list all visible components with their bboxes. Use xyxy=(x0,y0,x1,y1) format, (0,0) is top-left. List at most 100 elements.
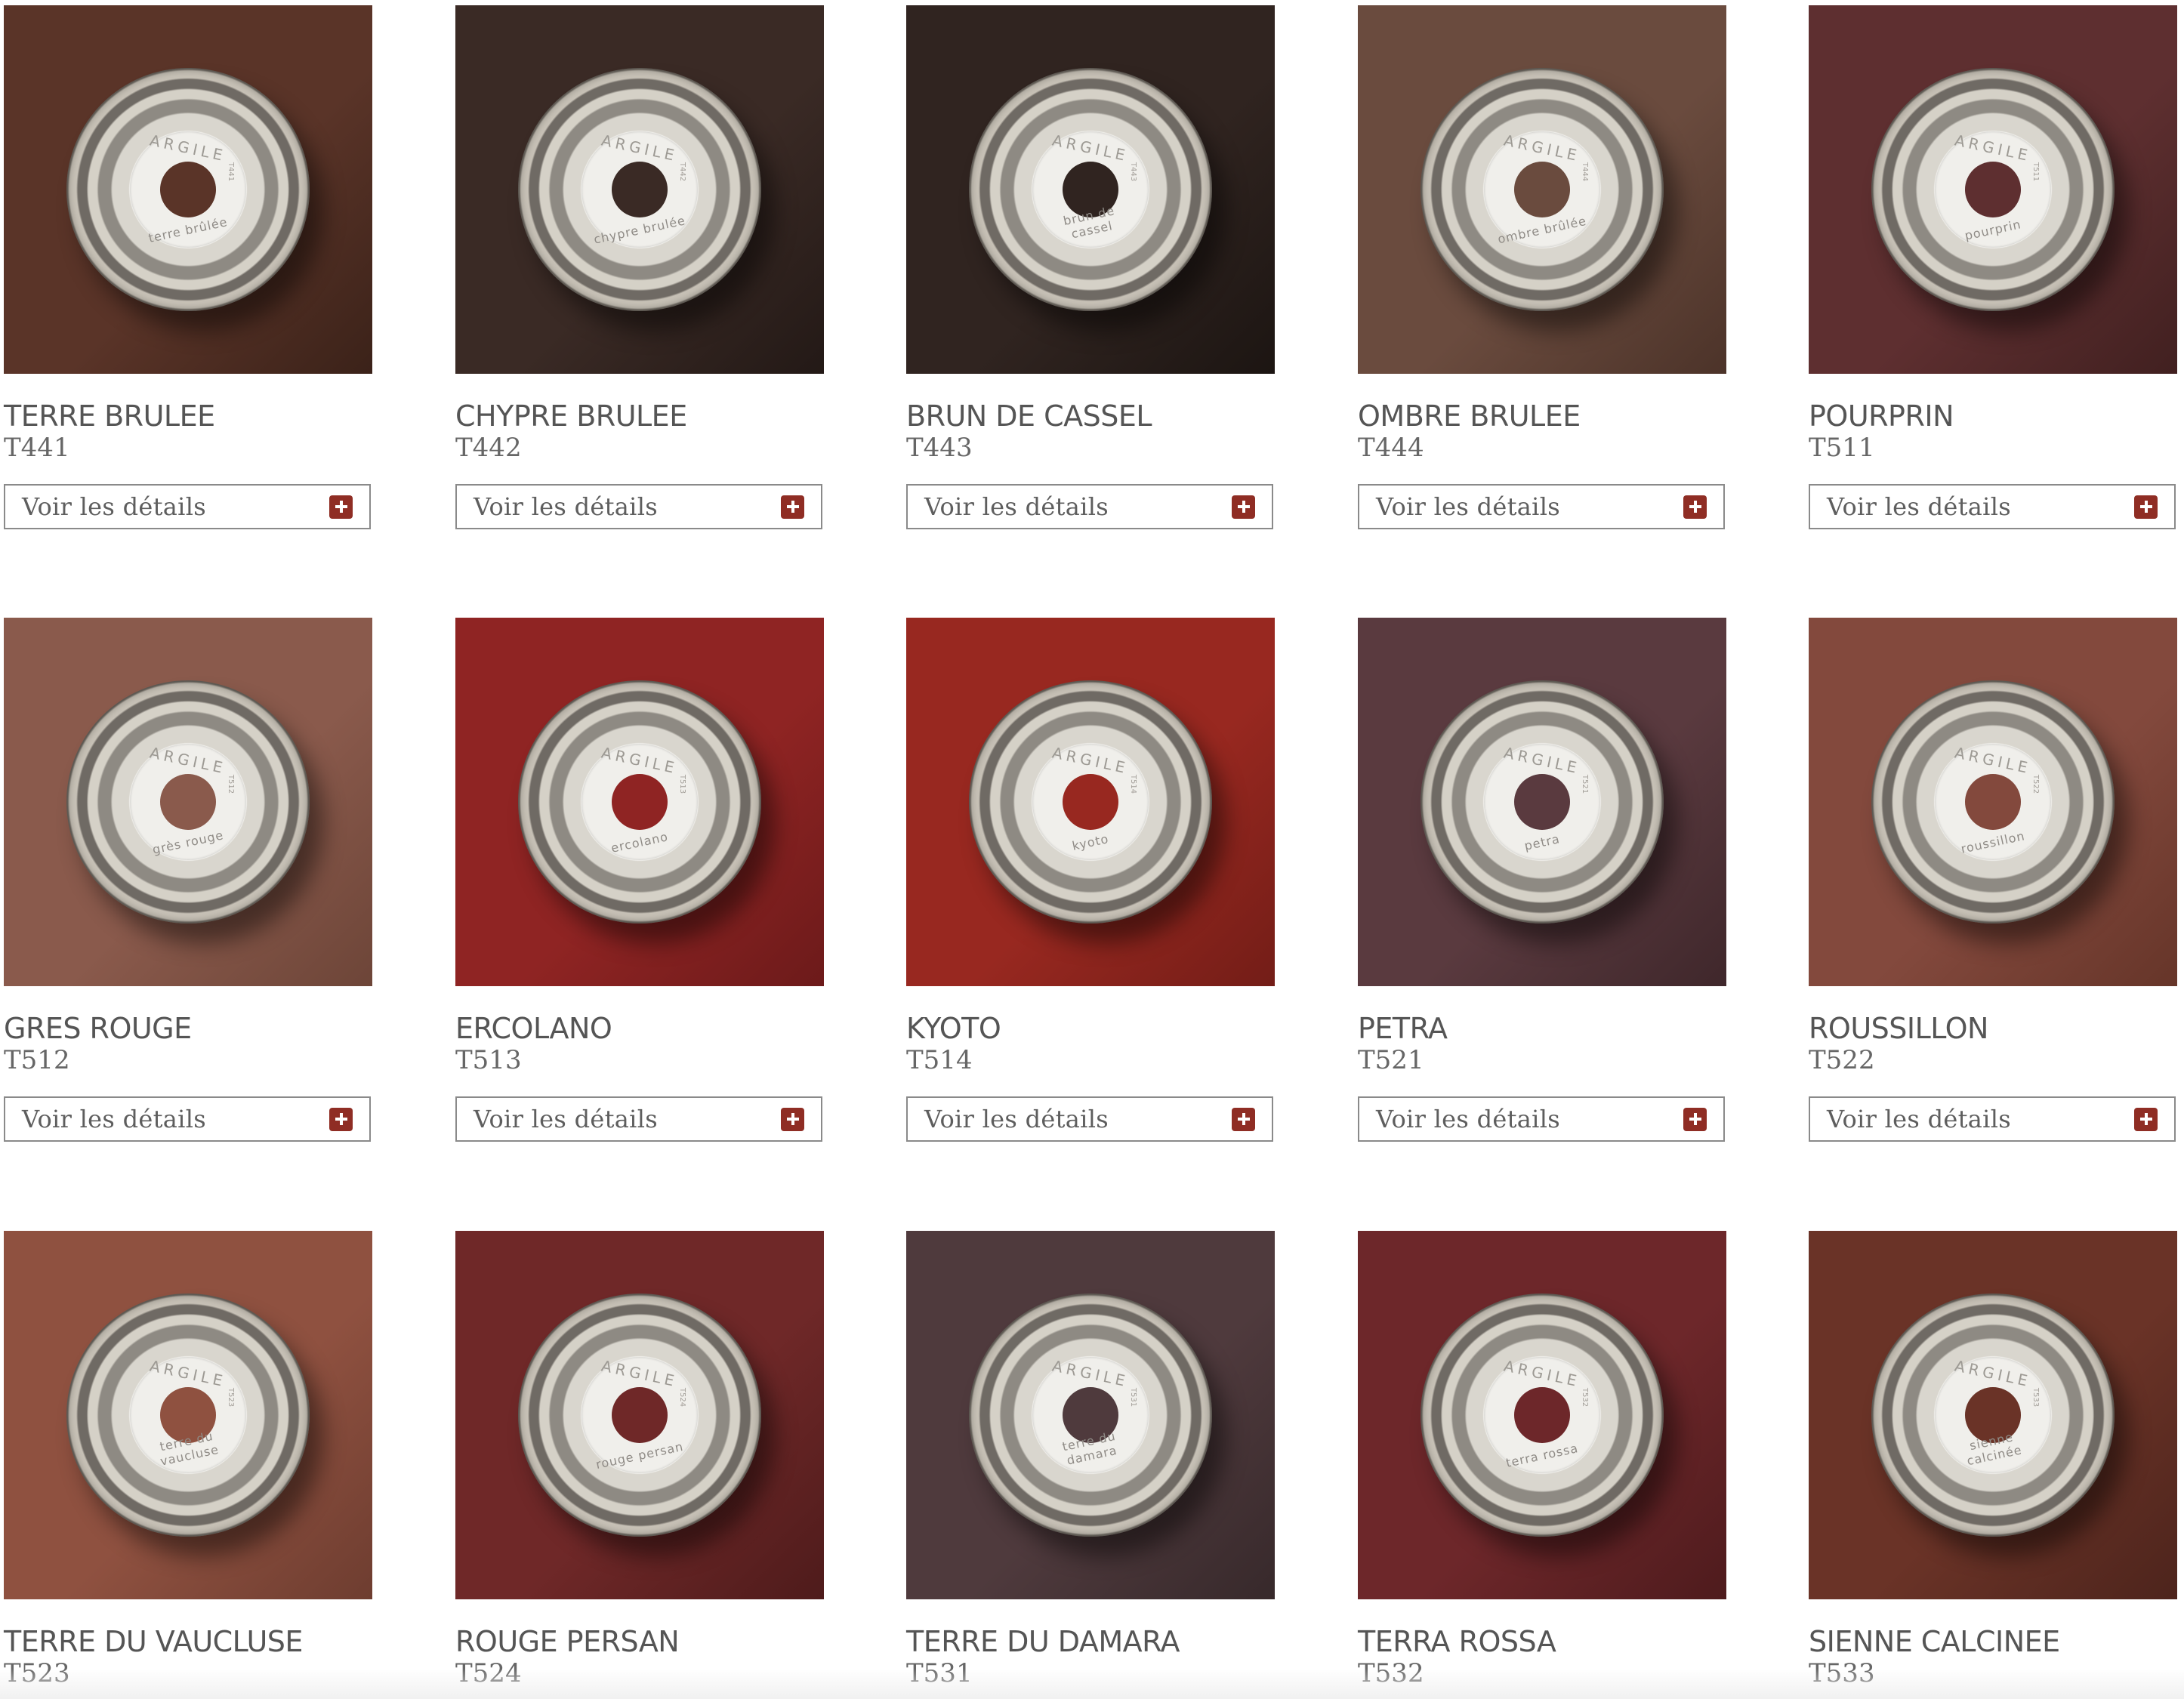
product-photo[interactable]: ARGILE terre brûlée T441 xyxy=(4,5,372,374)
product-card-brun-de-cassel[interactable]: ARGILE brun de cassel T443 BRUN DE CASSE… xyxy=(906,5,1276,530)
paint-sample xyxy=(1514,162,1570,217)
paint-sample xyxy=(1965,162,2021,217)
product-card-chypre-brulee[interactable]: ARGILE chypre brulée T442 CHYPRE BRULEE … xyxy=(455,5,825,530)
brand-label: ARGILE xyxy=(600,743,680,778)
product-photo[interactable]: ARGILE rouge persan T524 xyxy=(455,1231,824,1599)
product-photo[interactable]: ARGILE ombre brûlée T444 xyxy=(1358,5,1726,374)
product-photo[interactable]: ARGILE brun de cassel T443 xyxy=(906,5,1275,374)
product-photo[interactable]: ARGILE grès rouge T512 xyxy=(4,618,372,986)
paint-sample xyxy=(612,774,668,830)
brand-label: ARGILE xyxy=(1502,1356,1582,1391)
product-card-gres-rouge[interactable]: ARGILE grès rouge T512 GRES ROUGE T512 V… xyxy=(4,618,374,1142)
product-card-terre-du-damara[interactable]: ARGILE terre du damara T531 TERRE DU DAM… xyxy=(906,1231,1276,1688)
plus-icon xyxy=(781,1107,804,1131)
paint-sample xyxy=(1965,774,2021,830)
can-label-code: T513 xyxy=(677,774,686,794)
view-details-button[interactable]: Voir les détails xyxy=(1809,484,2176,530)
brand-label: ARGILE xyxy=(148,1356,228,1391)
paint-can-icon: ARGILE ercolano T513 xyxy=(518,680,761,924)
product-photo[interactable]: ARGILE terra rossa T532 xyxy=(1358,1231,1726,1599)
can-label-code: T523 xyxy=(226,1387,235,1408)
paint-sample xyxy=(1514,774,1570,830)
can-label: ARGILE sienne calcinée T533 xyxy=(1935,1357,2051,1473)
product-card-rouge-persan[interactable]: ARGILE rouge persan T524 ROUGE PERSAN T5… xyxy=(455,1231,825,1688)
can-label-name: rouge persan xyxy=(594,1438,685,1472)
paint-can-icon: ARGILE terre brûlée T441 xyxy=(66,68,310,311)
paint-sample xyxy=(612,162,668,217)
paint-sample xyxy=(160,774,216,830)
paint-can-icon: ARGILE pourprin T511 xyxy=(1871,68,2115,311)
paint-sample xyxy=(160,162,216,217)
view-details-button[interactable]: Voir les détails xyxy=(906,1096,1273,1142)
view-details-button[interactable]: Voir les détails xyxy=(455,484,822,530)
product-code: T512 xyxy=(4,1045,70,1076)
product-photo[interactable]: ARGILE terre du vaucluse T523 xyxy=(4,1231,372,1599)
product-card-ombre-brulee[interactable]: ARGILE ombre brûlée T444 OMBRE BRULEE T4… xyxy=(1358,5,1728,530)
product-card-ercolano[interactable]: ARGILE ercolano T513 ERCOLANO T513 Voir … xyxy=(455,618,825,1142)
paint-can-icon: ARGILE terra rossa T532 xyxy=(1421,1294,1664,1537)
can-label-code: T443 xyxy=(1128,162,1137,182)
plus-icon xyxy=(2134,495,2158,519)
can-label-name: kyoto xyxy=(1071,831,1110,853)
paint-can-icon: ARGILE terre du damara T531 xyxy=(969,1294,1212,1537)
can-label: ARGILE ercolano T513 xyxy=(581,744,698,860)
product-code: T443 xyxy=(906,433,973,464)
paint-can-icon: ARGILE sienne calcinée T533 xyxy=(1871,1294,2115,1537)
product-code: T514 xyxy=(906,1045,973,1076)
brand-label: ARGILE xyxy=(1502,131,1582,165)
product-card-pourprin[interactable]: ARGILE pourprin T511 POURPRIN T511 Voir … xyxy=(1809,5,2179,530)
paint-can-icon: ARGILE kyoto T514 xyxy=(969,680,1212,924)
can-label-name: terra rossa xyxy=(1504,1441,1580,1470)
product-photo[interactable]: ARGILE chypre brulée T442 xyxy=(455,5,824,374)
product-card-terre-brulee[interactable]: ARGILE terre brûlée T441 TERRE BRULEE T4… xyxy=(4,5,374,530)
can-label-name: ombre brûlée xyxy=(1496,213,1588,247)
product-card-terre-du-vaucluse[interactable]: ARGILE terre du vaucluse T523 TERRE DU V… xyxy=(4,1231,374,1688)
product-card-petra[interactable]: ARGILE petra T521 PETRA T521 Voir les dé… xyxy=(1358,618,1728,1142)
plus-icon xyxy=(329,1107,353,1131)
product-code: T522 xyxy=(1809,1045,1875,1076)
product-photo[interactable]: ARGILE roussillon T522 xyxy=(1809,618,2177,986)
product-code: T442 xyxy=(455,433,522,464)
product-code: T511 xyxy=(1809,433,1875,464)
can-label: ARGILE grès rouge T512 xyxy=(130,744,246,860)
can-label-name: roussillon xyxy=(1959,828,2027,856)
view-details-label: Voir les détails xyxy=(1376,1105,1560,1134)
product-photo[interactable]: ARGILE kyoto T514 xyxy=(906,618,1275,986)
product-photo[interactable]: ARGILE pourprin T511 xyxy=(1809,5,2177,374)
can-label-code: T533 xyxy=(2031,1387,2040,1408)
view-details-button[interactable]: Voir les détails xyxy=(1809,1096,2176,1142)
view-details-button[interactable]: Voir les détails xyxy=(906,484,1273,530)
paint-can-icon: ARGILE rouge persan T524 xyxy=(518,1294,761,1537)
product-name: TERRE DU DAMARA xyxy=(906,1625,1180,1658)
product-card-roussillon[interactable]: ARGILE roussillon T522 ROUSSILLON T522 V… xyxy=(1809,618,2179,1142)
view-details-button[interactable]: Voir les détails xyxy=(455,1096,822,1142)
brand-label: ARGILE xyxy=(148,743,228,778)
paint-can-icon: ARGILE petra T521 xyxy=(1421,680,1664,924)
view-details-button[interactable]: Voir les détails xyxy=(4,484,371,530)
view-details-button[interactable]: Voir les détails xyxy=(4,1096,371,1142)
product-name: OMBRE BRULEE xyxy=(1358,399,1581,433)
product-photo[interactable]: ARGILE ercolano T513 xyxy=(455,618,824,986)
product-card-kyoto[interactable]: ARGILE kyoto T514 KYOTO T514 Voir les dé… xyxy=(906,618,1276,1142)
product-card-sienne-calcinee[interactable]: ARGILE sienne calcinée T533 SIENNE CALCI… xyxy=(1809,1231,2179,1688)
product-photo[interactable]: ARGILE sienne calcinée T533 xyxy=(1809,1231,2177,1599)
view-details-button[interactable]: Voir les détails xyxy=(1358,484,1725,530)
plus-icon xyxy=(1683,1107,1707,1131)
paint-sample xyxy=(1514,1387,1570,1443)
can-label-name: terre brûlée xyxy=(147,214,230,245)
product-name: ROUSSILLON xyxy=(1809,1012,1988,1045)
can-label-code: T522 xyxy=(2031,774,2040,794)
view-details-label: Voir les détails xyxy=(474,1105,658,1134)
product-name: TERRE DU VAUCLUSE xyxy=(4,1625,303,1658)
can-label-code: T444 xyxy=(1580,162,1589,182)
can-label-code: T514 xyxy=(1128,774,1137,794)
plus-icon xyxy=(1232,1107,1255,1131)
product-photo[interactable]: ARGILE terre du damara T531 xyxy=(906,1231,1275,1599)
product-card-terra-rossa[interactable]: ARGILE terra rossa T532 TERRA ROSSA T532 xyxy=(1358,1231,1728,1688)
view-details-label: Voir les détails xyxy=(1827,492,2011,522)
product-photo[interactable]: ARGILE petra T521 xyxy=(1358,618,1726,986)
view-details-button[interactable]: Voir les détails xyxy=(1358,1096,1725,1142)
brand-label: ARGILE xyxy=(1502,743,1582,778)
can-label: ARGILE terre du damara T531 xyxy=(1032,1357,1149,1473)
plus-icon xyxy=(1683,495,1707,519)
